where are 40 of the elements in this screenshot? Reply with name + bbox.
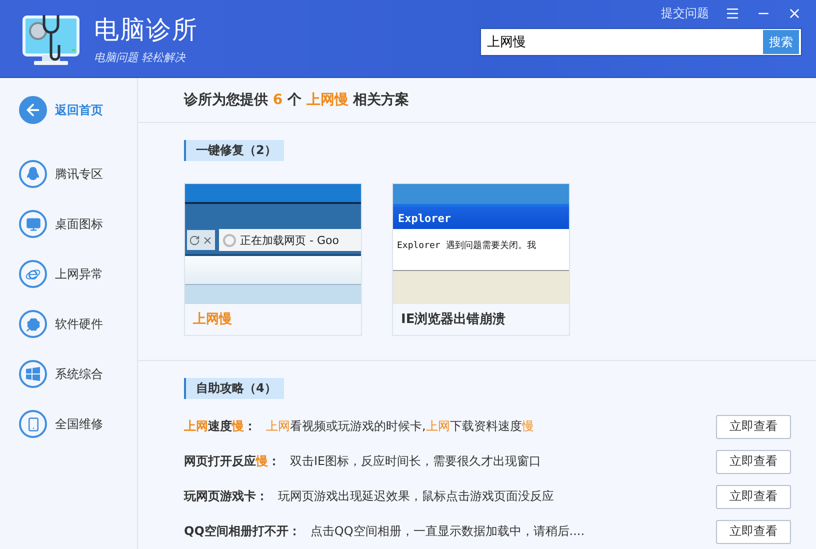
sidebar-item[interactable]: 全国维修 bbox=[0, 406, 137, 442]
view-button[interactable]: 立即查看 bbox=[716, 414, 791, 438]
section-heading: 一键修复（2） bbox=[184, 140, 284, 161]
browser-tab: 正在加载网页 - Goo bbox=[219, 229, 361, 251]
sidebar-item[interactable]: 桌面图标 bbox=[0, 206, 137, 242]
results-summary: 诊所为您提供 6 个 上网慢 相关方案 bbox=[138, 78, 816, 123]
menu-icon[interactable] bbox=[725, 6, 740, 20]
view-button[interactable]: 立即查看 bbox=[716, 450, 791, 474]
app-slogan: 电脑问题 轻松解决 bbox=[94, 50, 187, 64]
guide-description: 点击QQ空间相册，一直显示数据加载中，请稍后.... bbox=[310, 523, 585, 540]
penguin-icon bbox=[19, 160, 47, 188]
dialog-title: Explorer bbox=[393, 207, 569, 229]
windows-icon bbox=[19, 360, 47, 388]
card-title: 上网慢 bbox=[192, 311, 233, 329]
guide-title: 上网速度慢： bbox=[184, 418, 256, 435]
guide-description: 上网看视频或玩游戏的时候卡,上网下载资料速度慢 bbox=[266, 418, 534, 435]
guide-description: 双击IE图标，反应时间长，需要很久才出现窗口 bbox=[290, 453, 542, 470]
guide-title: 玩网页游戏卡： bbox=[184, 488, 268, 505]
fix-card[interactable]: 正在加载网页 - Goo 上网慢 bbox=[184, 183, 362, 336]
clover-icon bbox=[19, 310, 47, 338]
sidebar-item[interactable]: 系统综合 bbox=[0, 356, 137, 392]
phone-icon bbox=[19, 410, 47, 438]
reload-stop-icon bbox=[187, 230, 215, 250]
section-heading: 自助攻略（4） bbox=[184, 378, 284, 399]
guide-title: QQ空间相册打不开： bbox=[184, 523, 300, 540]
browser-icon bbox=[19, 260, 47, 288]
fix-card[interactable]: Explorer Explorer 遇到问题需要关闭。我 IE浏览器出错崩溃 bbox=[392, 183, 570, 336]
sidebar-item[interactable]: 腾讯专区 bbox=[0, 156, 137, 192]
guide-title: 网页打开反应慢： bbox=[184, 453, 280, 470]
guide-description: 玩网页游戏出现延迟效果，鼠标点击游戏页面没反应 bbox=[278, 488, 554, 505]
feedback-link[interactable]: 提交问题 bbox=[661, 4, 709, 22]
sidebar-item[interactable]: 软件硬件 bbox=[0, 306, 137, 342]
view-button[interactable]: 立即查看 bbox=[716, 520, 791, 544]
app-title: 电脑诊所 bbox=[94, 14, 198, 46]
view-button[interactable]: 立即查看 bbox=[716, 484, 791, 508]
card-title: IE浏览器出错崩溃 bbox=[400, 310, 507, 329]
dialog-message: Explorer 遇到问题需要关闭。我 bbox=[393, 229, 569, 270]
search-field[interactable]: 上网慢 搜索 bbox=[480, 28, 802, 56]
monitor-icon bbox=[19, 210, 47, 238]
sidebar-item[interactable]: 上网异常 bbox=[0, 256, 137, 292]
